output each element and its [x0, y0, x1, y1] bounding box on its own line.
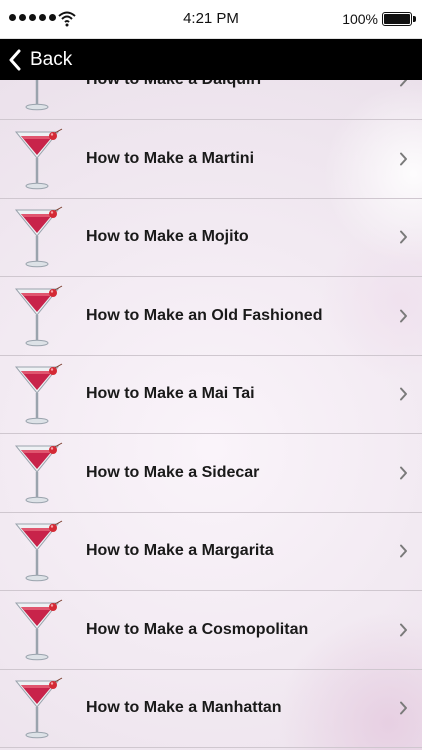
- list-item[interactable]: How to Make an Old Fashioned: [0, 277, 422, 356]
- chevron-left-icon: [9, 49, 21, 70]
- cocktail-list[interactable]: How to Make a Daiquiri How to Make a Mar…: [0, 80, 422, 750]
- chevron-right-icon: [400, 387, 407, 401]
- martini-glass-icon: [14, 206, 63, 268]
- list-item[interactable]: How to Make a Martini: [0, 120, 422, 199]
- battery-icon: [382, 12, 416, 26]
- martini-glass-icon: [25, 80, 49, 111]
- martini-glass-icon: [14, 599, 63, 660]
- martini-glass-icon: [14, 363, 63, 425]
- list-item[interactable]: How to Make a Mojito: [0, 198, 422, 277]
- list-item[interactable]: How to Make a Manhattan: [0, 669, 422, 748]
- list-item[interactable]: How to Make a Mai Tai: [0, 355, 422, 434]
- list-item-label: How to Make a Martini: [86, 149, 255, 167]
- list-item[interactable]: How to Make a Daiquiri: [0, 80, 422, 120]
- chevron-right-icon: [400, 309, 407, 322]
- list-item[interactable]: How to Make a Sidecar: [0, 434, 422, 513]
- chevron-right-icon: [400, 701, 407, 715]
- back-button[interactable]: Back: [8, 39, 72, 80]
- navigation-bar: Back: [0, 39, 422, 80]
- list-item-label: How to Make a Mai Tai: [86, 385, 255, 402]
- back-label: Back: [30, 48, 73, 70]
- list-item-label: How to Make a Manhattan: [86, 699, 282, 716]
- chevron-right-icon: [400, 152, 407, 165]
- martini-glass-icon: [14, 285, 63, 346]
- chevron-right-icon: [400, 623, 407, 636]
- list-item-label: How to Make a Margarita: [86, 542, 274, 559]
- list-item-label: How to Make a Sidecar: [86, 463, 260, 481]
- martini-glass-icon: [14, 442, 63, 503]
- list-item[interactable]: How to Make a Cosmopolitan: [0, 591, 422, 670]
- chevron-right-icon: [400, 544, 407, 558]
- martini-glass-icon: [14, 520, 63, 582]
- chevron-right-icon: [400, 80, 407, 87]
- list-item[interactable]: How to Make a Margarita: [0, 512, 422, 591]
- chevron-right-icon: [400, 466, 407, 479]
- battery-percentage: 100%: [342, 11, 378, 27]
- status-bar: 4:21 PM 100%: [0, 0, 422, 39]
- chevron-right-icon: [400, 230, 407, 244]
- martini-glass-icon: [14, 128, 63, 189]
- list-item-label: How to Make a Cosmopolitan: [86, 620, 309, 638]
- list-item-label: How to Make an Old Fashioned: [86, 306, 323, 324]
- list-item-label: How to Make a Mojito: [86, 228, 249, 245]
- martini-glass-icon: [14, 677, 63, 739]
- list-item-label: How to Make a Daiquiri: [86, 80, 261, 119]
